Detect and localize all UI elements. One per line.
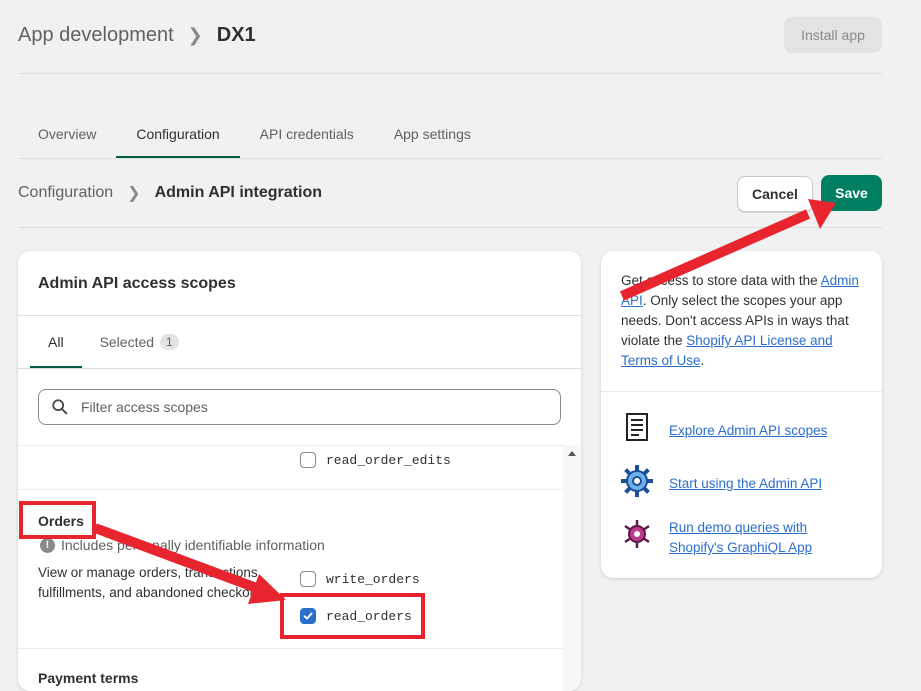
annotation-arrows (93, 199, 836, 604)
annotation-arrow-to-save (619, 199, 836, 301)
annotation-arrow-to-read-orders (93, 523, 286, 604)
